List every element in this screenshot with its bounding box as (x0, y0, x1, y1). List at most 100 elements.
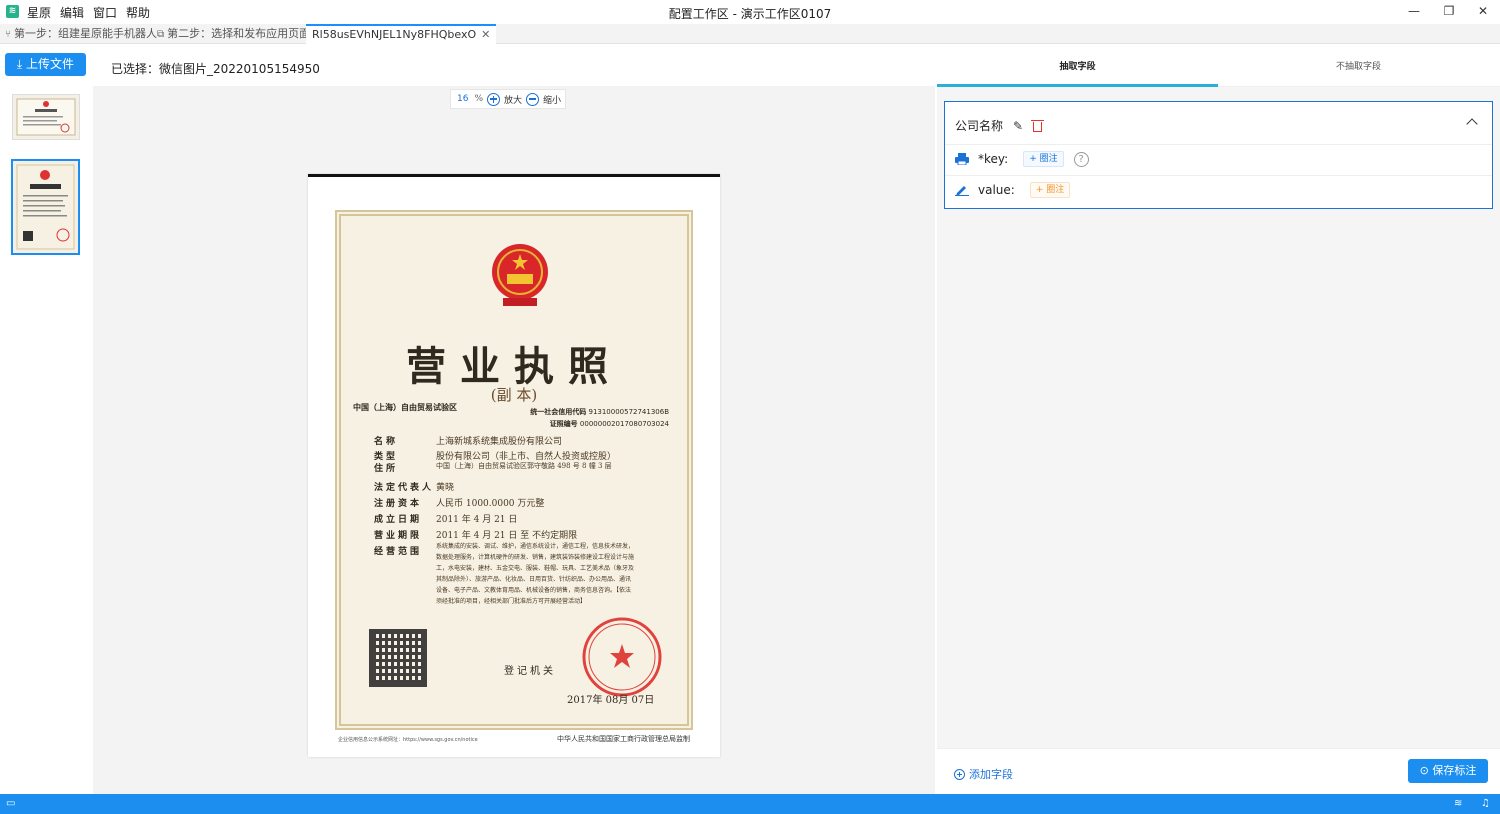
restore-icon[interactable]: ❐ (1441, 3, 1457, 19)
zoom-out-icon[interactable] (526, 92, 540, 106)
cert-number-label: 证照编号 (549, 420, 578, 428)
business-license: 营业执照 (副 本) 中国（上海）自由贸易试验区 统一社会信用代码 913100… (335, 210, 693, 730)
add-circle-icon (954, 768, 965, 780)
license-row-value: 上海新城系统集成股份有限公司 (436, 437, 563, 447)
menu-item-edit[interactable]: 编辑 (60, 4, 84, 21)
tab-step-two[interactable]: ⧉ 第二步：选择和发布应用页面 (157, 24, 310, 44)
zoom-value[interactable]: 16 (455, 94, 470, 104)
delete-icon[interactable] (1031, 119, 1045, 132)
zoom-unit: % (474, 94, 484, 104)
divider (945, 175, 1492, 176)
thumbnail-item[interactable] (12, 94, 80, 140)
field-card-header: 公司名称 ✎ (955, 117, 1045, 134)
license-row-value: 2011 年 4 月 21 日 至 不约定期限 (436, 531, 578, 541)
license-row-value: 人民币 1000.0000 万元整 (436, 499, 545, 509)
document-footer-right: 中华人民共和国国家工商行政管理总局监制 (557, 735, 690, 743)
license-row: 名称 上海新城系统集成股份有限公司 (374, 434, 562, 447)
tab-close-icon[interactable]: ✕ (481, 28, 490, 41)
license-row: 经营范围 (374, 544, 436, 557)
tab-active-document[interactable]: Rl58usEVhNJEL1Ny8FHQbexO ✕ (306, 24, 497, 44)
field-name: 公司名称 (955, 119, 1004, 133)
license-row: 法定代表人 黄晓 (374, 480, 454, 493)
key-row: *key: + 圈注 ? (955, 151, 1089, 167)
thumbnail-preview-image (16, 98, 76, 136)
license-row: 注册资本 人民币 1000.0000 万元整 (374, 496, 544, 509)
key-label: *key: (978, 152, 1009, 166)
printer-icon (955, 153, 969, 165)
value-label: value: (978, 183, 1015, 197)
credit-code: 统一社会信用代码 91310000572741306B (530, 407, 669, 417)
zoom-in-icon[interactable] (487, 92, 501, 106)
chevron-up-icon[interactable] (1466, 118, 1478, 130)
bell-icon[interactable]: ♫ (1481, 798, 1490, 809)
status-bar: ▭ ≋ ♫ (0, 794, 1500, 814)
edit-icon[interactable]: ✎ (1013, 119, 1023, 133)
check-circle-icon: ⊙ (1419, 764, 1433, 777)
qr-code-icon (369, 629, 427, 687)
license-row-key: 名称 (374, 437, 399, 447)
zoom-in-label[interactable]: 放大 (504, 93, 522, 106)
tab-no-extract-fields[interactable]: 不抽取字段 (1218, 59, 1499, 72)
tab-step-one-label: 第一步：组建星原能手机器人 (14, 27, 157, 40)
help-icon[interactable]: ? (1073, 151, 1089, 167)
value-annotate-button[interactable]: + 圈注 (1029, 182, 1071, 198)
license-row: 住所 中国（上海）自由贸易试验区郭守敬路 498 号 8 幢 3 层 (374, 461, 612, 474)
thumbnail-list (0, 86, 93, 794)
monitor-icon[interactable]: ▭ (6, 798, 15, 809)
branch-icon: ⑂ (5, 29, 11, 40)
license-row-key: 法定代表人 (374, 483, 435, 493)
zoom-out-label[interactable]: 缩小 (543, 93, 561, 106)
zoom-toolbar: 16 % 放大 缩小 (450, 89, 567, 109)
wifi-icon: ≋ (1454, 798, 1463, 809)
tab-step-two-label: 第二步：选择和发布应用页面 (167, 27, 311, 40)
pencil-icon (955, 186, 969, 196)
thumbnail-preview-image (16, 164, 75, 250)
cert-number: 证照编号 00000002017080703024 (550, 419, 669, 429)
field-card: 公司名称 ✎ *key: + 圈注 ? value: + 圈注 (944, 101, 1493, 209)
license-row: 营业期限 2011 年 4 月 21 日 至 不约定期限 (374, 528, 577, 541)
license-row: 成立日期 2011 年 4 月 21 日 (374, 512, 517, 525)
divider (945, 144, 1492, 145)
license-date: 2017年 08月 07日 (567, 695, 655, 706)
close-window-icon[interactable]: ✕ (1475, 3, 1491, 19)
selected-file-label: 已选择：微信图片_20220105154950 (111, 62, 320, 76)
value-row: value: + 圈注 (955, 182, 1071, 198)
license-row-key: 住所 (374, 464, 399, 474)
license-row-value: 2011 年 4 月 21 日 (436, 515, 518, 525)
tab-step-one[interactable]: ⑂ 第一步：组建星原能手机器人 (5, 24, 157, 44)
minimize-icon[interactable]: — (1406, 3, 1422, 19)
add-field-button[interactable]: 添加字段 (954, 766, 1013, 782)
app-logo-icon: ≋ (6, 5, 19, 18)
tab-active-label: Rl58usEVhNJEL1Ny8FHQbexO (312, 28, 477, 41)
license-row-value: 黄晓 (436, 483, 455, 493)
registration-authority: 登记机关 (504, 666, 556, 677)
cert-number-value: 00000002017080703024 (579, 420, 669, 428)
official-seal-icon (582, 617, 662, 697)
key-annotate-button[interactable]: + 圈注 (1023, 151, 1064, 167)
thumbnail-item-selected[interactable] (11, 159, 80, 255)
save-annotation-label: 保存标注 (1432, 764, 1477, 777)
save-annotation-button[interactable]: ⊙ 保存标注 (1408, 759, 1488, 783)
upload-icon: ⤓ (16, 57, 27, 71)
document-footer-left: 企业信用信息公示系统网址：https://www.sgs.gov.cn/noti… (338, 737, 478, 743)
upload-file-button[interactable]: ⤓ 上传文件 (5, 53, 86, 76)
credit-code-label: 统一社会信用代码 (530, 408, 587, 416)
license-row-key: 注册资本 (374, 499, 423, 509)
document-viewer[interactable]: 16 % 放大 缩小 营业执照 (副 本) 中国（上海）自由贸易试验区 统一社会… (93, 86, 935, 794)
license-region: 中国（上海）自由贸易试验区 (353, 403, 457, 412)
field-tabs: 抽取字段 不抽取字段 (937, 44, 1500, 87)
license-row-key: 营业期限 (374, 531, 423, 541)
page-icon: ⧉ (157, 29, 165, 40)
business-scope: 系统集成的安装、调试、维护，通信系统设计，通信工程，信息技术研发，数据处理服务，… (436, 543, 635, 605)
title-bar: ≋ 星原 编辑 窗口 帮助 配置工作区 - 演示工作区0107 — ❐ ✕ (0, 0, 1500, 24)
national-emblem-icon (492, 244, 548, 306)
tab-bar: ⑂ 第一步：组建星原能手机器人 ⧉ 第二步：选择和发布应用页面 Rl58usEVhN… (0, 24, 1500, 44)
license-row-key: 成立日期 (374, 515, 423, 525)
menu-item-xingyuan[interactable]: 星原 (27, 4, 51, 21)
license-row-key: 经营范围 (374, 547, 423, 557)
tab-extract-fields[interactable]: 抽取字段 (937, 59, 1218, 72)
menu-item-help[interactable]: 帮助 (126, 4, 150, 21)
document-page: 营业执照 (副 本) 中国（上海）自由贸易试验区 统一社会信用代码 913100… (308, 174, 720, 757)
menu-bar: 星原 编辑 窗口 帮助 (27, 4, 150, 21)
menu-item-window[interactable]: 窗口 (93, 4, 117, 21)
